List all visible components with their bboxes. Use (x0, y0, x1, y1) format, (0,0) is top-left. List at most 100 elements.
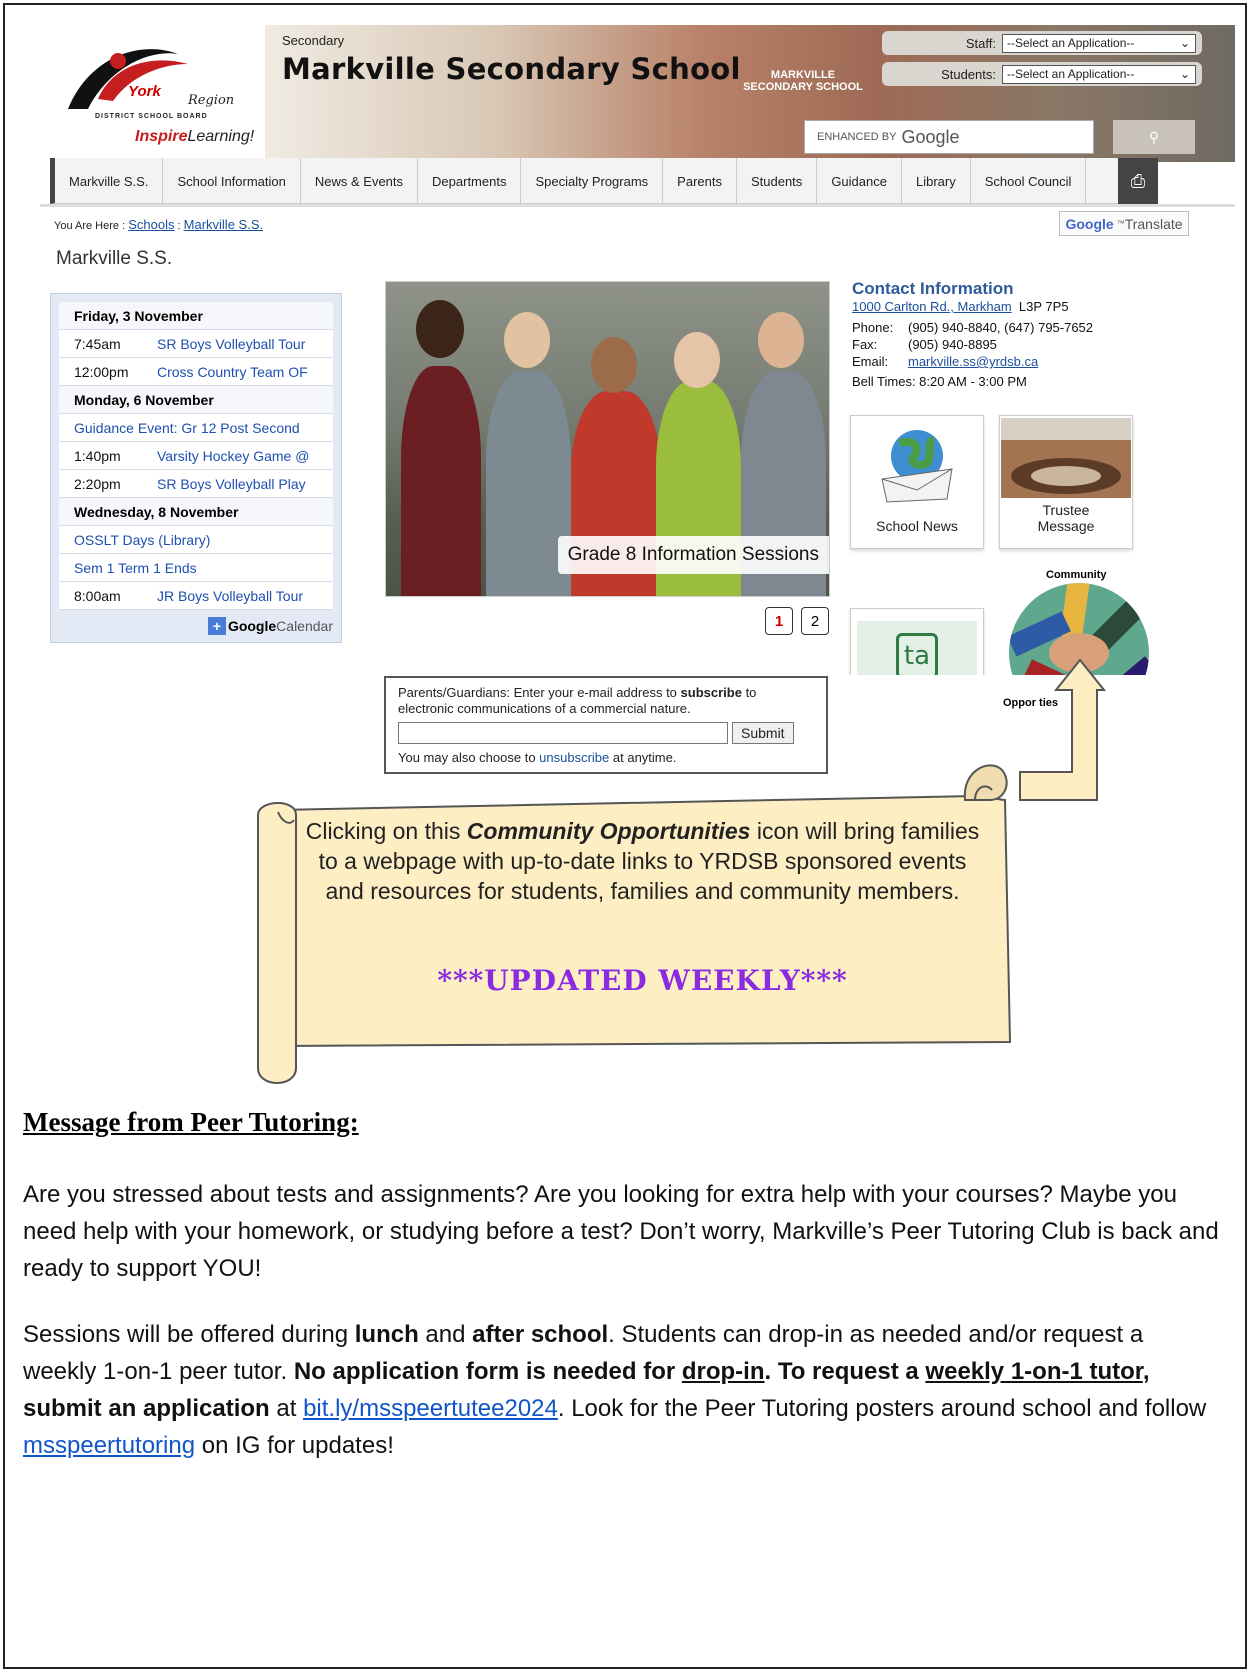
event-time: 2:20pm (74, 475, 121, 492)
nav-divider (40, 204, 1235, 207)
instagram-link[interactable]: msspeertutoring (23, 1432, 195, 1459)
event-title: OSSLT Days (Library) (74, 531, 211, 548)
subscribe-box: Parents/Guardians: Enter your e-mail add… (384, 676, 828, 774)
google-calendar-widget: Friday, 3 November 7:45am SR Boys Volleyba… (50, 293, 342, 643)
nav-item-specialty-programs[interactable]: Specialty Programs (521, 158, 664, 204)
event-time: 7:45am (74, 335, 121, 352)
calendar-event[interactable]: 8:00am JR Boys Volleyball Tour (59, 582, 333, 610)
event-title: Guidance Event: Gr 12 Post Second (74, 419, 300, 436)
website-screenshot: York Region DISTRICT SCHOOL BOARD Inspir… (40, 25, 1235, 675)
event-time: 8:00am (74, 587, 121, 604)
student-head (674, 332, 720, 388)
nav-item-students[interactable]: Students (737, 158, 818, 204)
plus-icon: + (207, 617, 226, 635)
nav-item-departments[interactable]: Departments (418, 158, 522, 204)
peer-tutoring-paragraph-2: Sessions will be offered during lunch an… (23, 1321, 1207, 1459)
logo-york-text: York (128, 83, 161, 100)
updated-weekly-label: ***UPDATED WEEKLY*** (437, 964, 848, 997)
google-calendar-link[interactable]: + Google Calendar (59, 610, 333, 642)
logo-inspire-text: InspireLearning! (135, 128, 255, 145)
student-head (416, 300, 464, 358)
logo-board-text: DISTRICT SCHOOL BOARD (95, 113, 208, 120)
slideshow-image[interactable]: Grade 8 Information Sessions (385, 281, 830, 597)
calendar-event[interactable]: Sem 1 Term 1 Ends (59, 554, 333, 582)
google-translate-button[interactable]: Google ™ Translate (1059, 211, 1189, 236)
contact-information: Contact Information 1000 Carlton Rd., Ma… (852, 280, 1232, 390)
community-opportunities-icon[interactable] (1009, 583, 1149, 675)
unsubscribe-link[interactable]: unsubscribe (539, 750, 609, 765)
search-button[interactable]: ⚲ (1113, 120, 1195, 154)
calendar-day-header: Monday, 6 November (59, 386, 333, 414)
nav-item-news-events[interactable]: News & Events (301, 158, 419, 204)
calendar-event[interactable]: OSSLT Days (Library) (59, 526, 333, 554)
council-chamber-icon (1001, 418, 1131, 498)
event-time: 1:40pm (74, 447, 121, 464)
peer-tutee-application-link[interactable]: bit.ly/msspeertutee2024 (303, 1395, 558, 1422)
calendar-day-header: Friday, 3 November (59, 302, 333, 330)
globe-envelope-icon (881, 430, 953, 503)
submit-button[interactable]: Submit (732, 722, 794, 744)
trustee-message-tile[interactable]: Trustee Message (999, 415, 1133, 549)
event-title: Sem 1 Term 1 Ends (74, 559, 197, 576)
address-link[interactable]: 1000 Carlton Rd., Markham (852, 299, 1012, 314)
student-head (758, 312, 804, 368)
peer-tutoring-heading: Message from Peer Tutoring: (23, 1107, 359, 1137)
calendar-event[interactable]: 7:45am SR Boys Volleyball Tour (59, 330, 333, 358)
event-title: JR Boys Volleyball Tour (157, 587, 304, 604)
peer-tutoring-paragraph-1: Are you stressed about tests and assignm… (23, 1181, 1219, 1282)
email-subscribe-input[interactable] (398, 722, 728, 744)
event-title: SR Boys Volleyball Tour (157, 335, 306, 352)
school-subtitle: Secondary (282, 33, 345, 48)
breadcrumb-schools-link[interactable]: Schools (128, 217, 174, 232)
printer-icon[interactable]: ⎙ (1118, 158, 1158, 204)
building-sign: MARKVILLE SECONDARY SCHOOL (743, 69, 863, 93)
day-label: Monday, 6 November (74, 391, 214, 408)
nav-item-guidance[interactable]: Guidance (817, 158, 902, 204)
nav-item-school-council[interactable]: School Council (971, 158, 1087, 204)
main-nav: Markville S.S. School Information News & E… (50, 158, 1150, 204)
nav-item-markville-s-s[interactable]: Markville S.S. (55, 158, 164, 204)
staff-app-select[interactable]: --Select an Application-- ⌄ (1002, 33, 1196, 53)
calendar-event[interactable]: 1:40pm Varsity Hockey Game @ (59, 442, 333, 470)
event-title: SR Boys Volleyball Play (157, 475, 306, 492)
calendar-event[interactable]: 2:20pm SR Boys Volleyball Play (59, 470, 333, 498)
event-title: Varsity Hockey Game @ (157, 447, 310, 464)
event-time: 12:00pm (74, 363, 129, 380)
contact-heading: Contact Information (852, 279, 1014, 298)
student-head (504, 312, 550, 368)
teachassist-tile[interactable]: ta teachassist (850, 608, 984, 675)
slide-page-1-button[interactable]: 1 (765, 607, 793, 635)
site-header: York Region DISTRICT SCHOOL BOARD Inspir… (40, 25, 1235, 162)
school-news-tile[interactable]: School News (850, 415, 984, 549)
community-title: Community (1046, 569, 1107, 581)
search-icon: ⚲ (1148, 128, 1160, 145)
students-app-row: Students: --Select an Application-- ⌄ (882, 62, 1202, 86)
calendar-event[interactable]: Guidance Event: Gr 12 Post Second (59, 414, 333, 442)
breadcrumb-school-link[interactable]: Markville S.S. (184, 217, 263, 232)
scroll-message: Clicking on this Community Opportunities… (305, 818, 980, 904)
teachassist-logo-icon: ta (857, 621, 977, 675)
yrdsb-logo[interactable]: York Region DISTRICT SCHOOL BOARD Inspir… (40, 25, 265, 162)
nav-item-library[interactable]: Library (902, 158, 971, 204)
day-label: Wednesday, 8 November (74, 503, 239, 520)
search-input[interactable]: ENHANCED BY Google (804, 120, 1094, 154)
slide-caption[interactable]: Grade 8 Information Sessions (557, 536, 829, 574)
chevron-down-icon: ⌄ (1179, 36, 1190, 50)
email-link[interactable]: markville.ss@yrdsb.ca (908, 354, 1038, 369)
staff-app-row: Staff: --Select an Application-- ⌄ (882, 31, 1202, 55)
day-label: Friday, 3 November (74, 307, 203, 324)
community-bottom-label: Oppor ties (1003, 697, 1059, 709)
students-app-select[interactable]: --Select an Application-- ⌄ (1002, 64, 1196, 84)
nav-item-school-information[interactable]: School Information (163, 158, 301, 204)
calendar-day-header: Wednesday, 8 November (59, 498, 333, 526)
york-region-swirl-icon (68, 49, 188, 109)
school-name: Markville Secondary School (282, 52, 741, 86)
nav-item-parents[interactable]: Parents (663, 158, 737, 204)
calendar-event[interactable]: 12:00pm Cross Country Team OF (59, 358, 333, 386)
page-title: Markville S.S. (56, 248, 173, 269)
slide-page-2-button[interactable]: 2 (801, 607, 829, 635)
chevron-down-icon: ⌄ (1179, 67, 1190, 81)
event-title: Cross Country Team OF (157, 363, 308, 380)
student-figure (401, 366, 481, 596)
breadcrumb: You Are Here : Schools : Markville S.S. (54, 217, 264, 232)
